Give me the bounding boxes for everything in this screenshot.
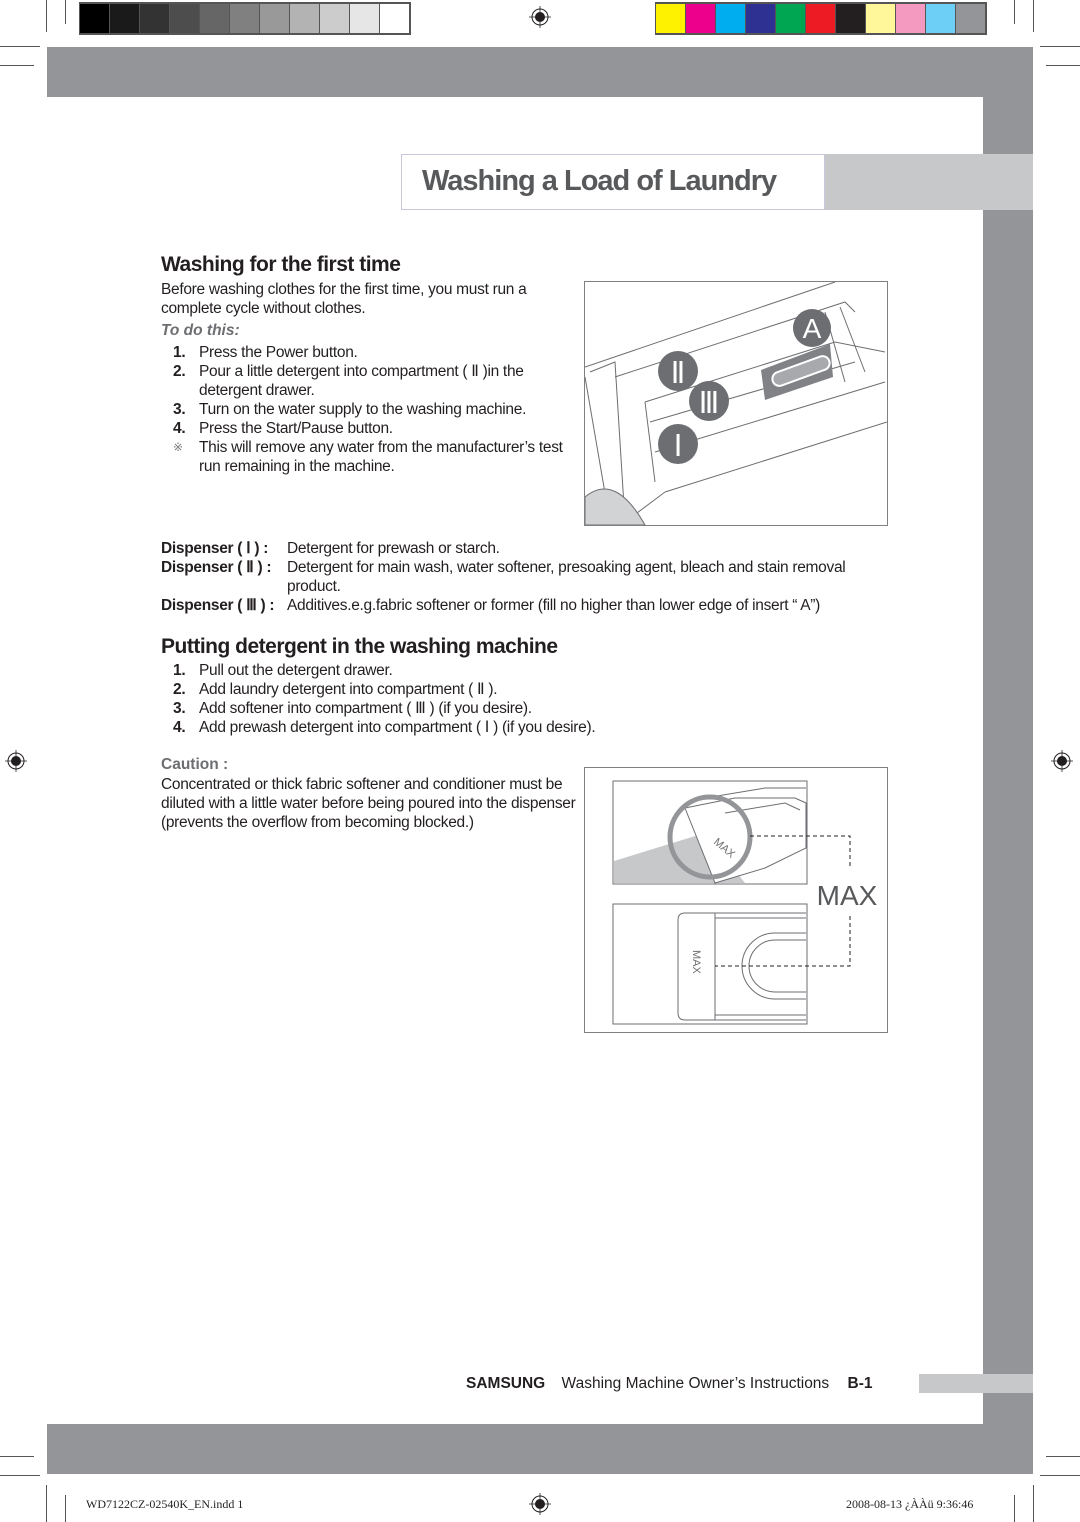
insert-a: [761, 344, 833, 400]
crop-mark: [1014, 0, 1015, 24]
page-number: B-1: [847, 1375, 873, 1392]
dispenser-row: Dispenser ( Ⅰ ) : Detergent for prewash o…: [161, 540, 500, 557]
top-panel: MAX: [612, 780, 808, 885]
crop-mark: [1033, 0, 1034, 32]
registration-mark-icon: [529, 6, 551, 28]
crop-mark: [1040, 46, 1080, 47]
crop-mark: [0, 1475, 40, 1476]
color-swatch: [716, 4, 745, 33]
svg-text:Ⅲ: Ⅲ: [699, 387, 720, 420]
slug-datetime: 2008-08-13 ¿ÀÀü 9:36:46: [846, 1497, 974, 1511]
compartment-label-iii: Ⅲ: [689, 381, 729, 421]
color-swatch: [956, 4, 985, 33]
list-item: 1. Pull out the detergent drawer.: [173, 662, 393, 679]
dispenser-row: Dispenser ( Ⅲ ) : Additives.e.g.fabric so…: [161, 597, 821, 614]
color-swatch: [80, 4, 109, 33]
list-item: 4. Press the Start/Pause button.: [173, 420, 393, 437]
title-tab-extension: [824, 154, 1033, 210]
to-do-subheading: To do this:: [161, 322, 240, 339]
section1-intro: Before washing clothes for the first tim…: [161, 281, 527, 317]
color-swatch: [836, 4, 865, 33]
list-item: 4. Add prewash detergent into compartment…: [173, 719, 596, 736]
crop-mark: [1014, 1495, 1015, 1522]
list-item: 3. Turn on the water supply to the washin…: [173, 401, 527, 418]
page-title: Washing a Load of Laundry: [422, 165, 777, 197]
dispenser-list: Dispenser ( Ⅰ ) : Detergent for prewash o…: [161, 539, 886, 615]
section-heading-putting-detergent: Putting detergent in the washing machine: [161, 635, 558, 658]
color-swatch: [110, 4, 139, 33]
list-item: 2. Add laundry detergent into compartment…: [173, 681, 498, 698]
list-item: 2. Pour a little detergent into compartme…: [173, 363, 524, 399]
color-swatch: [686, 4, 715, 33]
first-time-steps: 1. Press the Power button. 2. Pour a littl…: [161, 343, 571, 476]
bottom-band: [47, 1424, 1033, 1474]
color-swatch: [866, 4, 895, 33]
color-swatch: [806, 4, 835, 33]
color-swatch: [170, 4, 199, 33]
section-heading-first-time: Washing for the first time: [161, 253, 401, 276]
list-item: 1. Press the Power button.: [173, 344, 358, 361]
crop-mark: [1046, 65, 1080, 66]
crop-mark: [1040, 1475, 1080, 1476]
svg-text:A: A: [803, 313, 822, 344]
crop-mark: [0, 46, 40, 47]
max-level-figure: MAX MAX MAX: [584, 767, 888, 1033]
bottom-panel: MAX: [612, 903, 808, 1025]
color-swatch: [200, 4, 229, 33]
caution-label: Caution :: [161, 756, 229, 773]
color-swatch: [260, 4, 289, 33]
crop-mark: [46, 1485, 47, 1522]
note-item: ※ This will remove any water from the man…: [173, 439, 563, 475]
crop-mark: [0, 1456, 34, 1457]
svg-text:Ⅰ: Ⅰ: [674, 430, 683, 463]
putting-detergent-steps: 1. Pull out the detergent drawer. 2. Add l…: [161, 661, 681, 737]
grayscale-swatch-bar: [79, 2, 411, 35]
dispenser-row: Dispenser ( Ⅱ ) : Detergent for main wash…: [161, 559, 846, 595]
color-swatch: [290, 4, 319, 33]
color-swatch: [230, 4, 259, 33]
reference-mark-icon: ※: [173, 440, 183, 454]
color-swatch: [140, 4, 169, 33]
brand-name: SAMSUNG: [466, 1375, 546, 1392]
document-title: Washing Machine Owner’s Instructions: [561, 1375, 830, 1392]
registration-mark-icon: [1051, 750, 1073, 772]
svg-text:MAX: MAX: [690, 950, 702, 975]
color-swatch: [896, 4, 925, 33]
color-swatch: [746, 4, 775, 33]
page-footer: SAMSUNG Washing Machine Owner’s Instruct…: [466, 1375, 906, 1393]
svg-text:Ⅱ: Ⅱ: [671, 357, 686, 390]
compartment-label-i: Ⅰ: [658, 424, 698, 464]
detergent-drawer-illustration: A Ⅱ Ⅲ Ⅰ: [584, 281, 888, 526]
compartment-label-a: A: [793, 309, 831, 347]
crop-mark: [0, 65, 34, 66]
slug-filename: WD7122CZ-02540K_EN.indd 1: [86, 1497, 244, 1511]
crop-mark: [65, 1495, 66, 1522]
color-swatch: [350, 4, 379, 33]
crop-mark: [65, 0, 66, 24]
registration-mark-icon: [529, 1493, 551, 1515]
top-band: [47, 47, 1033, 97]
detergent-drawer-figure: A Ⅱ Ⅲ Ⅰ: [584, 281, 888, 526]
color-swatch: [926, 4, 955, 33]
max-level-illustration: MAX MAX MAX: [612, 780, 878, 1025]
color-swatch-bar: [655, 2, 987, 35]
color-swatch: [656, 4, 685, 33]
registration-mark-icon: [5, 750, 27, 772]
color-swatch: [776, 4, 805, 33]
crop-mark: [1046, 1456, 1080, 1457]
color-swatch: [320, 4, 349, 33]
title-box: Washing a Load of Laundry: [401, 154, 825, 210]
footer-tab: [919, 1374, 1033, 1393]
list-item: 3. Add softener into compartment ( Ⅲ ) (i…: [173, 700, 532, 717]
color-swatch: [380, 4, 409, 33]
crop-mark: [1033, 1485, 1034, 1522]
crop-mark: [46, 0, 47, 32]
max-label: MAX: [817, 880, 878, 911]
right-band: [983, 47, 1033, 1474]
compartment-label-ii: Ⅱ: [658, 351, 698, 391]
caution-text: Concentrated or thick fabric softener an…: [161, 776, 576, 831]
